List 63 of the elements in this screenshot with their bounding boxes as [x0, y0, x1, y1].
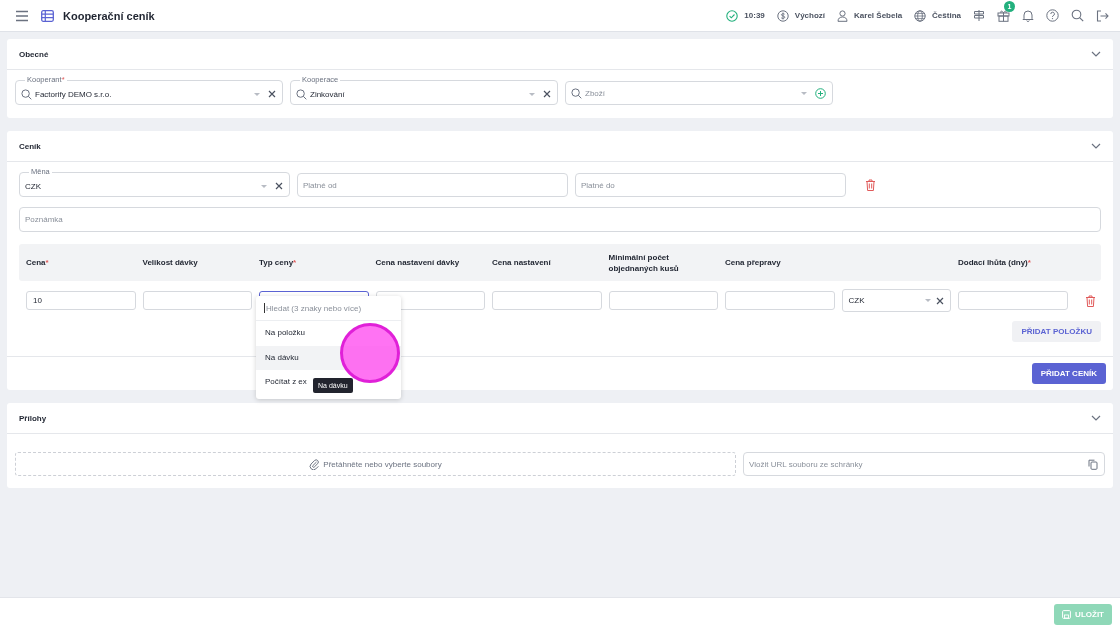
cell-input[interactable]: [375, 291, 485, 310]
dropzone-text: Přetáhněte nebo vyberte soubory: [323, 459, 442, 469]
column-header: Cena*: [26, 257, 49, 268]
cell-input[interactable]: [492, 291, 602, 310]
dropdown-option[interactable]: Počítat z ex: [256, 370, 307, 395]
clear-icon[interactable]: [543, 90, 551, 98]
copy-icon[interactable]: [1088, 458, 1098, 470]
logout-icon[interactable]: [1096, 9, 1109, 22]
bell-icon[interactable]: [1022, 9, 1034, 22]
cell-input[interactable]: [958, 291, 1068, 310]
column-header: Cena přepravy: [725, 257, 781, 268]
gift-icon[interactable]: [997, 9, 1010, 22]
chevron-icon[interactable]: [1091, 51, 1101, 57]
column-header: Typ ceny*: [259, 257, 297, 268]
search-icon: [21, 88, 32, 100]
search-icon[interactable]: [1071, 9, 1084, 22]
trash-icon[interactable]: [865, 179, 876, 191]
click-indicator: [340, 323, 400, 383]
user-name[interactable]: Karel Šebela: [854, 11, 903, 20]
chevron-icon[interactable]: [1091, 143, 1101, 149]
dollar-icon[interactable]: [776, 9, 789, 22]
clear-icon[interactable]: [268, 90, 276, 98]
search-field[interactable]: Hledat (3 znaky nebo více): [256, 296, 401, 321]
column-header: Cena nastavení: [492, 257, 551, 268]
file-dropzone[interactable]: Přetáhněte nebo vyberte soubory: [15, 452, 736, 476]
page-title: Kooperační ceník: [63, 9, 155, 22]
menu-icon[interactable]: [15, 9, 29, 22]
add-pricelist-button[interactable]: PŘIDAT CENÍK: [1031, 363, 1106, 384]
column-header: Dodací lhůta (dny)*: [958, 257, 1031, 268]
language-link[interactable]: Čeština: [932, 11, 961, 20]
currency-link[interactable]: Výchozí: [794, 11, 826, 20]
section-title: Ceník: [19, 141, 41, 151]
date-field[interactable]: Platné od: [297, 173, 568, 197]
paperclip-icon: [309, 458, 320, 470]
check-circle-icon: [726, 9, 739, 22]
trash-icon[interactable]: [1084, 294, 1096, 307]
status-time: 10:39: [744, 11, 765, 20]
search-icon: [296, 88, 307, 100]
clear-icon[interactable]: [275, 182, 283, 190]
add-item-button[interactable]: PŘIDAT POLOŽKU: [1012, 321, 1101, 342]
dropdown-option[interactable]: Na položku: [256, 321, 306, 346]
table-icon: [41, 9, 54, 22]
cell-input[interactable]: [142, 291, 252, 310]
section-title: Obecné: [19, 49, 49, 59]
signpost-icon[interactable]: [973, 9, 985, 22]
cell-input[interactable]: [608, 291, 718, 310]
chevron-icon[interactable]: [1091, 415, 1101, 421]
search-icon: [571, 87, 582, 99]
cell-input[interactable]: 10: [26, 291, 136, 310]
date-field[interactable]: Platné do: [575, 173, 846, 197]
column-header: Velikost dávky: [142, 257, 198, 268]
clear-icon[interactable]: [936, 296, 944, 305]
user-icon[interactable]: [837, 9, 849, 22]
save-icon: [1062, 609, 1072, 619]
column-header: Minimální počet objednaných kusů: [608, 251, 680, 274]
cell-input[interactable]: [725, 291, 835, 310]
column-header: Cena nastavení dávky: [375, 257, 460, 268]
section-title: Přílohy: [19, 413, 47, 423]
globe-icon[interactable]: [914, 9, 927, 22]
currency-select[interactable]: CZK: [841, 289, 951, 312]
help-icon[interactable]: [1046, 9, 1059, 22]
add-icon[interactable]: [815, 87, 826, 99]
note-field[interactable]: Poznámka: [19, 207, 1101, 232]
